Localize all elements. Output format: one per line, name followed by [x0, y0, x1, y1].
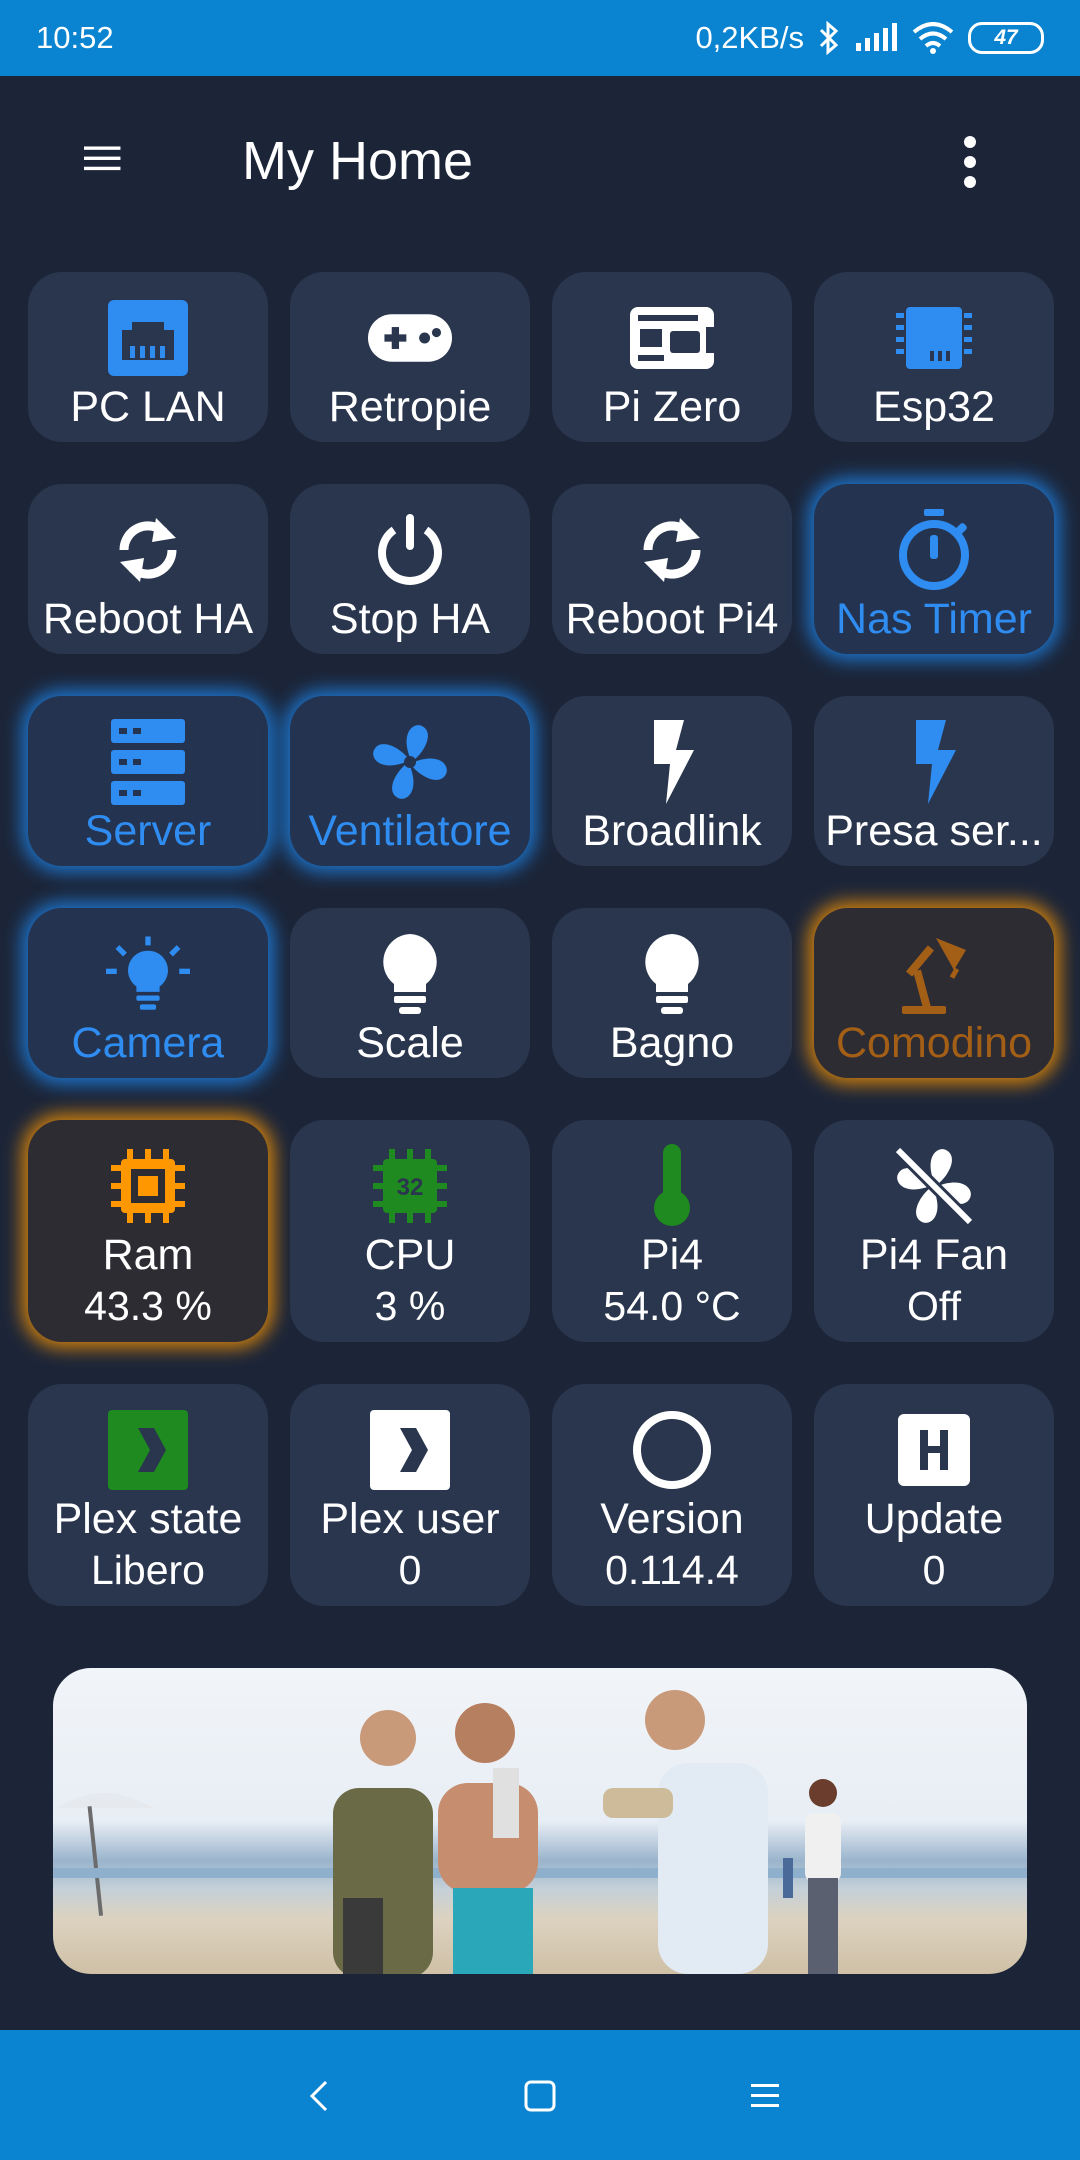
cpu-icon: 32 [368, 1144, 452, 1228]
status-bar: 10:52 0,2KB/s 47 [0, 0, 1080, 76]
flash-icon [630, 720, 714, 804]
tile-bagno[interactable]: Bagno [552, 908, 792, 1078]
svg-text:32: 32 [397, 1174, 424, 1201]
tile-label: Comodino [836, 1019, 1032, 1067]
tile-label: Presa ser... [825, 807, 1043, 855]
tile-comodino[interactable]: Comodino [814, 908, 1054, 1078]
tile-label: Server [84, 807, 212, 855]
page-title: My Home [242, 131, 474, 191]
tile-value: 0 [922, 1547, 946, 1593]
tile-value: 54.0 °C [603, 1283, 741, 1329]
circle-outline-icon [630, 1408, 714, 1492]
back-icon[interactable] [300, 2076, 340, 2116]
tile-label: Version [600, 1495, 744, 1543]
recents-menu-icon[interactable] [745, 2076, 785, 2116]
tile-label: Esp32 [873, 383, 995, 431]
tile-label: Plex state [53, 1495, 243, 1543]
tile-version[interactable]: Version 0.114.4 [552, 1384, 792, 1606]
tile-label: Broadlink [582, 807, 762, 855]
hamburger-menu-icon[interactable] [84, 142, 138, 182]
tile-label: Pi4 [640, 1231, 704, 1279]
tile-label: Reboot HA [42, 595, 254, 643]
home-square-icon[interactable] [520, 2076, 560, 2116]
tile-update[interactable]: Update 0 [814, 1384, 1054, 1606]
thermometer-icon [630, 1144, 714, 1228]
system-nav-bar [0, 2030, 1080, 2160]
net-speed: 0,2KB/s [695, 20, 804, 55]
lightbulb-icon [630, 932, 714, 1016]
tile-label: Retropie [328, 383, 492, 431]
desk-lamp-icon [892, 932, 976, 1016]
status-time: 10:52 [36, 20, 114, 55]
bluetooth-icon [819, 21, 839, 55]
refresh-icon [630, 508, 714, 592]
tile-plex-state[interactable]: Plex state Libero [28, 1384, 268, 1606]
tile-label: Pi Zero [602, 383, 742, 431]
tile-broadlink[interactable]: Broadlink [552, 696, 792, 866]
tile-nas-timer[interactable]: Nas Timer [814, 484, 1054, 654]
tile-label: Update [864, 1495, 1004, 1543]
tile-value: Libero [91, 1547, 205, 1593]
wifi-icon [912, 22, 954, 54]
app-bar: My Home [0, 76, 1080, 252]
tile-value: Off [907, 1283, 961, 1329]
home-assistant-icon [892, 1408, 976, 1492]
battery-level: 47 [994, 26, 1018, 49]
tile-ram[interactable]: Ram 43.3 % [28, 1120, 268, 1342]
server-icon [106, 719, 190, 805]
tile-label: Stop HA [329, 595, 491, 643]
timer-icon [892, 508, 976, 592]
tile-label: CPU [364, 1231, 456, 1279]
tile-pi4-temp[interactable]: Pi4 54.0 °C [552, 1120, 792, 1342]
tile-pc-lan[interactable]: PC LAN [28, 272, 268, 442]
tile-label: Ventilatore [308, 807, 512, 855]
ethernet-icon [106, 296, 190, 380]
tile-pi4-fan[interactable]: Pi4 Fan Off [814, 1120, 1054, 1342]
tile-label: PC LAN [70, 383, 226, 431]
chip-icon [892, 296, 976, 380]
tile-label: Plex user [320, 1495, 500, 1543]
tile-cpu[interactable]: 32 CPU 3 % [290, 1120, 530, 1342]
tile-plex-user[interactable]: Plex user 0 [290, 1384, 530, 1606]
tile-value: 3 % [374, 1283, 446, 1329]
more-vert-icon[interactable] [950, 132, 990, 192]
tile-reboot-ha[interactable]: Reboot HA [28, 484, 268, 654]
tile-label: Camera [71, 1019, 225, 1067]
raspberry-board-icon [630, 296, 714, 380]
plex-icon [368, 1408, 452, 1492]
fan-off-icon [892, 1144, 976, 1228]
tile-value: 43.3 % [84, 1283, 212, 1329]
tile-label: Bagno [609, 1019, 735, 1067]
media-artwork-image [53, 1690, 1027, 1974]
tile-presa-server[interactable]: Presa ser... [814, 696, 1054, 866]
tile-reboot-pi4[interactable]: Reboot Pi4 [552, 484, 792, 654]
tile-server[interactable]: Server [28, 696, 268, 866]
fan-icon [368, 720, 452, 804]
signal-icon [856, 23, 897, 51]
tile-esp32[interactable]: Esp32 [814, 272, 1054, 442]
tile-label: Ram [102, 1231, 194, 1279]
tile-retropie[interactable]: Retropie [290, 272, 530, 442]
plex-icon [106, 1408, 190, 1492]
lightbulb-on-icon [106, 932, 190, 1016]
tile-label: Pi4 Fan [859, 1231, 1009, 1279]
lightbulb-icon [368, 932, 452, 1016]
power-icon [368, 508, 452, 592]
media-card[interactable] [53, 1668, 1027, 1974]
tile-camera[interactable]: Camera [28, 908, 268, 1078]
memory-icon [106, 1144, 190, 1228]
gamepad-icon [368, 296, 452, 380]
battery-icon: 47 [968, 22, 1044, 54]
tile-label: Reboot Pi4 [565, 595, 779, 643]
flash-icon [892, 720, 976, 804]
tile-ventilatore[interactable]: Ventilatore [290, 696, 530, 866]
tile-scale[interactable]: Scale [290, 908, 530, 1078]
refresh-icon [106, 508, 190, 592]
tile-stop-ha[interactable]: Stop HA [290, 484, 530, 654]
tile-value: 0.114.4 [605, 1547, 739, 1593]
tile-label: Nas Timer [836, 595, 1032, 643]
tile-label: Scale [356, 1019, 464, 1067]
tile-pi-zero[interactable]: Pi Zero [552, 272, 792, 442]
tile-value: 0 [398, 1547, 422, 1593]
